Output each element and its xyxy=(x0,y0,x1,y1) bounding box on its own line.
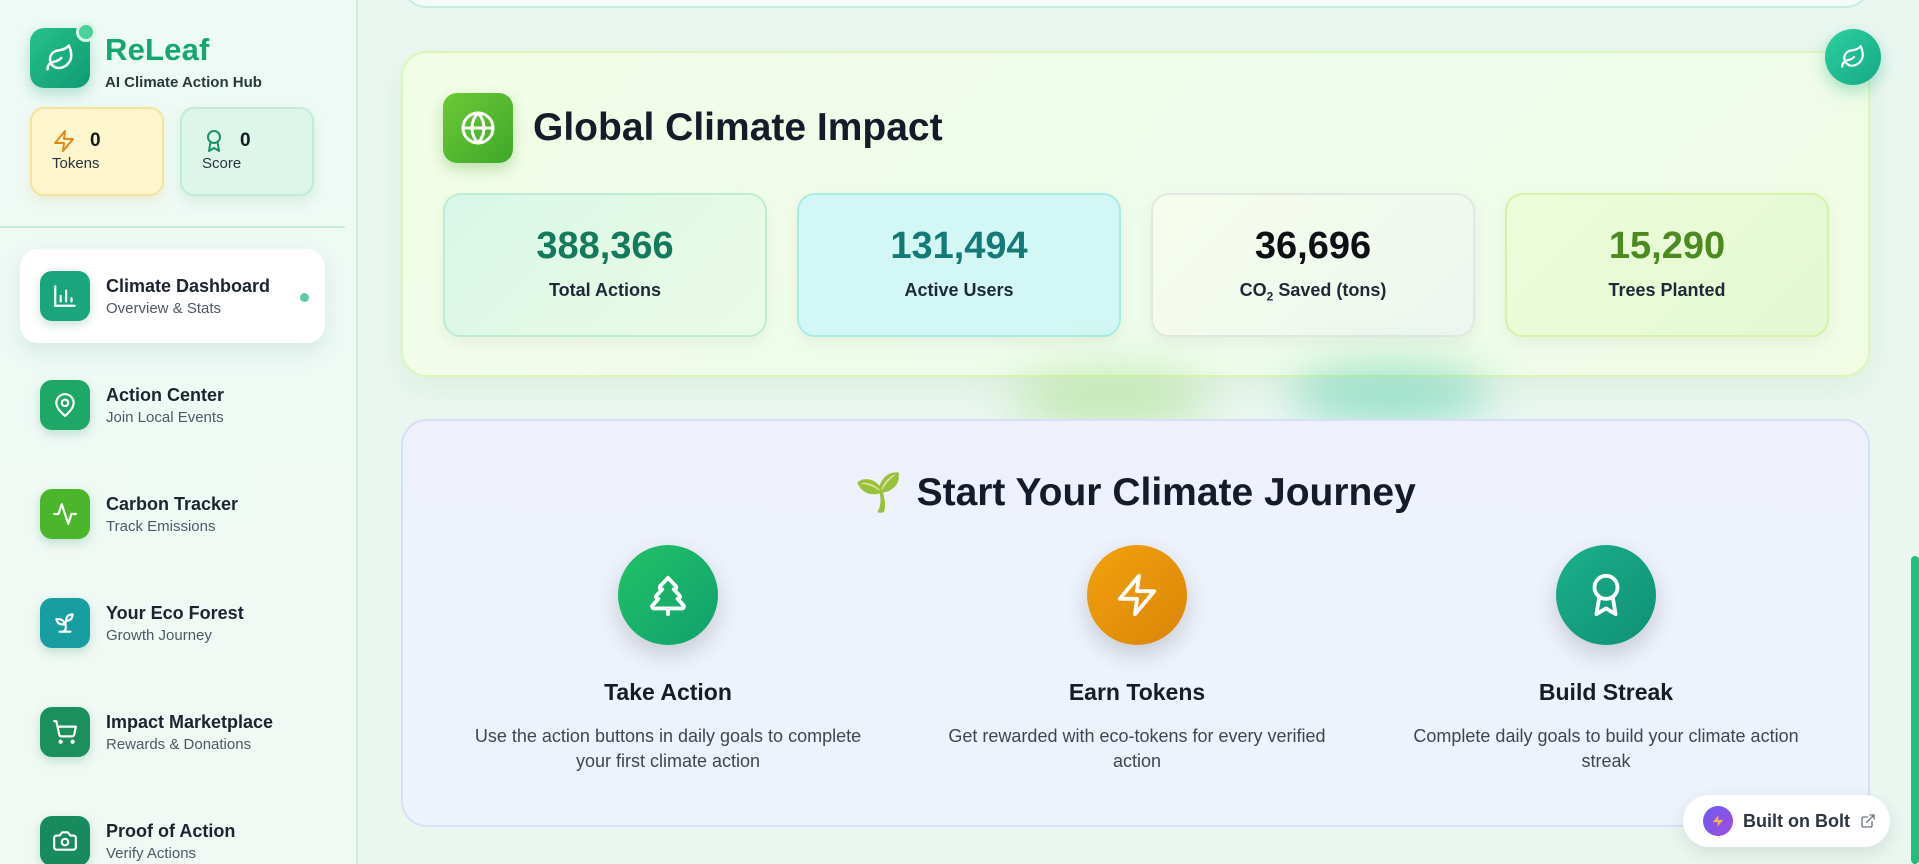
sidebar-item-title: Action Center xyxy=(106,384,225,405)
sidebar-item-subtitle: Track Emissions xyxy=(106,517,216,535)
metric-label-co: CO xyxy=(1239,280,1267,300)
decorative-glow xyxy=(1290,365,1490,425)
impact-title: Global Climate Impact xyxy=(533,106,943,149)
metric-co2-saved: 36,696 CO2 Saved (tons) xyxy=(1151,193,1475,337)
sidebar-item-title: Your Eco Forest xyxy=(106,602,244,623)
sidebar-item-carbon-tracker[interactable]: Carbon Tracker Track Emissions xyxy=(20,467,325,561)
step-description: Get rewarded with eco-tokens for every v… xyxy=(948,726,1326,771)
sidebar-item-subtitle: Join Local Events xyxy=(106,408,224,426)
sidebar-divider xyxy=(0,226,345,228)
metric-label: Trees Planted xyxy=(1608,280,1726,300)
score-value: 0 xyxy=(240,130,251,151)
leaf-icon xyxy=(1841,45,1864,68)
sprout-icon xyxy=(40,598,90,648)
step-take-action: Take Action Use the action buttons in da… xyxy=(453,545,883,774)
step-title: Earn Tokens xyxy=(1068,679,1206,705)
bolt-badge-label: Built on Bolt xyxy=(1743,810,1850,831)
tokens-card: 0 Tokens xyxy=(30,107,164,196)
climate-journey-panel: 🌱 Start Your Climate Journey Take Action… xyxy=(401,419,1870,827)
sidebar-item-title: Proof of Action xyxy=(106,820,236,841)
brand[interactable]: ReLeaf AI Climate Action Hub xyxy=(30,22,262,91)
sidebar-item-title: Carbon Tracker xyxy=(106,493,239,514)
tree-icon xyxy=(618,545,718,645)
metric-value: 15,290 xyxy=(1608,225,1726,267)
sidebar-item-subtitle: Growth Journey xyxy=(106,626,212,644)
sidebar-item-climate-dashboard[interactable]: Climate Dashboard Overview & Stats xyxy=(20,249,325,343)
metric-trees-planted: 15,290 Trees Planted xyxy=(1505,193,1829,337)
award-icon xyxy=(207,130,221,152)
sidebar-item-action-center[interactable]: Action Center Join Local Events xyxy=(20,358,325,452)
brand-title: ReLeaf xyxy=(105,32,210,67)
step-build-streak: Build Streak Complete daily goals to bui… xyxy=(1391,545,1821,774)
brand-logo xyxy=(30,22,96,88)
tokens-value: 0 xyxy=(90,130,101,151)
metric-active-users: 131,494 Active Users xyxy=(797,193,1121,337)
journey-title: Start Your Climate Journey xyxy=(916,471,1416,514)
sidebar-item-title: Climate Dashboard xyxy=(106,275,271,296)
global-impact-panel: Global Climate Impact 388,366 Total Acti… xyxy=(401,51,1870,377)
sidebar-item-proof-of-action[interactable]: Proof of Action Verify Actions xyxy=(20,794,325,864)
award-icon xyxy=(1556,545,1656,645)
metric-total-actions: 388,366 Total Actions xyxy=(443,193,767,337)
metric-label-rest: Saved (tons) xyxy=(1273,280,1387,300)
scrollbar-thumb[interactable] xyxy=(1911,556,1919,864)
sidebar: ReLeaf AI Climate Action Hub 0 Tokens 0 … xyxy=(0,0,358,864)
step-description: Complete daily goals to build your clima… xyxy=(1413,726,1799,771)
camera-icon xyxy=(40,816,90,864)
metric-label: Total Actions xyxy=(549,280,661,300)
globe-icon xyxy=(443,93,513,163)
metric-value: 36,696 xyxy=(1254,225,1372,267)
cart-icon xyxy=(40,707,90,757)
metric-label: Active Users xyxy=(904,280,1014,300)
lightning-icon xyxy=(1087,545,1187,645)
step-title: Build Streak xyxy=(1538,679,1674,705)
step-earn-tokens: Earn Tokens Get rewarded with eco-tokens… xyxy=(922,545,1352,774)
previous-panel-edge xyxy=(402,0,1870,8)
sidebar-item-subtitle: Verify Actions xyxy=(106,844,197,862)
sidebar-item-title: Impact Marketplace xyxy=(106,711,274,732)
brand-subtitle: AI Climate Action Hub xyxy=(105,74,262,91)
sidebar-item-impact-marketplace[interactable]: Impact Marketplace Rewards & Donations xyxy=(20,685,325,779)
sidebar-item-subtitle: Overview & Stats xyxy=(106,299,222,317)
bolt-logo-icon xyxy=(1703,806,1733,836)
step-title: Take Action xyxy=(604,679,732,705)
external-link-icon xyxy=(1861,814,1875,828)
metric-label: CO2 Saved (tons) xyxy=(1153,280,1473,304)
online-dot xyxy=(76,22,96,42)
score-label: Score xyxy=(202,155,242,172)
map-pin-icon xyxy=(40,380,90,430)
sidebar-item-eco-forest[interactable]: Your Eco Forest Growth Journey xyxy=(20,576,325,670)
sidebar-item-subtitle: Rewards & Donations xyxy=(106,735,252,753)
sprout-emoji: 🌱 xyxy=(855,472,903,514)
bar-chart-icon xyxy=(40,271,90,321)
score-card: 0 Score xyxy=(180,107,314,196)
activity-icon xyxy=(40,489,90,539)
tokens-label: Tokens xyxy=(52,155,100,172)
leaf-icon xyxy=(46,44,73,71)
metric-value: 131,494 xyxy=(890,225,1028,267)
built-on-bolt-link[interactable]: Built on Bolt xyxy=(1683,795,1890,847)
metric-value: 388,366 xyxy=(536,225,674,267)
step-description: Use the action buttons in daily goals to… xyxy=(474,726,862,771)
leaf-fab-button[interactable] xyxy=(1825,29,1881,85)
lightning-icon xyxy=(54,130,74,152)
active-indicator xyxy=(300,293,309,302)
